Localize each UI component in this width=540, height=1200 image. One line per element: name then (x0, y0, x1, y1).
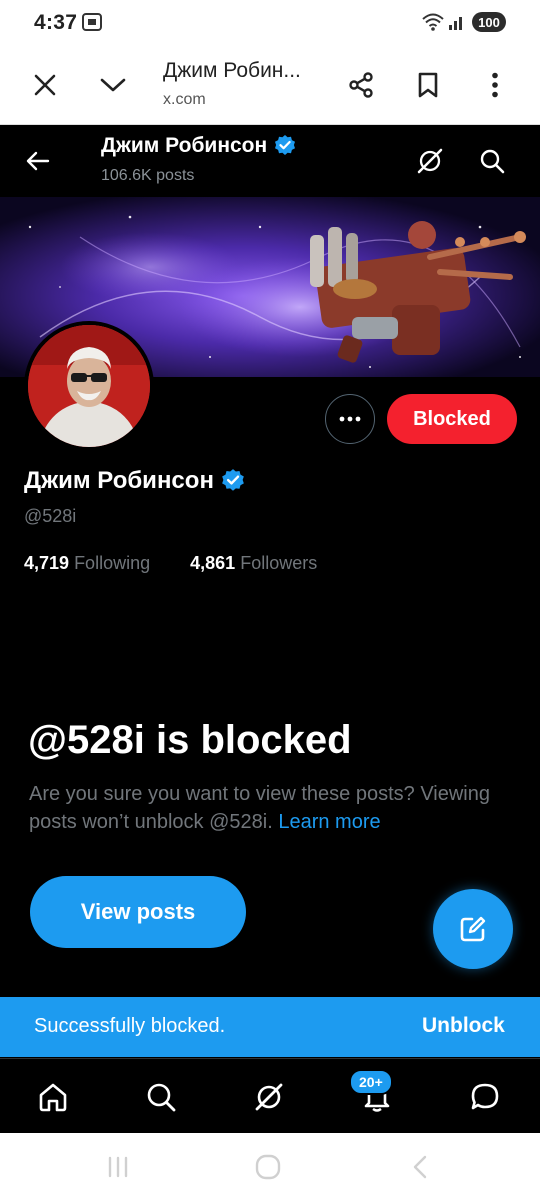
status-time: 4:37 (34, 11, 78, 34)
following-label: Following (74, 553, 151, 573)
grok-button[interactable] (410, 141, 450, 181)
share-icon (349, 72, 373, 98)
browser-toolbar: Джим Робин... x.com (0, 46, 540, 125)
home-circle-icon (255, 1154, 281, 1180)
more-horizontal-icon (339, 416, 361, 422)
followers-count: 4,861 (190, 553, 236, 573)
more-vertical-icon (492, 72, 498, 98)
bookmark-icon (418, 72, 438, 98)
followers-label: Followers (240, 553, 318, 573)
minimize-button[interactable] (93, 65, 133, 105)
recent-apps-button[interactable] (98, 1151, 138, 1183)
screenshot-icon (82, 13, 102, 31)
page-title: Джим Робин... (163, 59, 301, 82)
status-bar: 4:37 100 (0, 0, 540, 46)
message-icon (471, 1083, 499, 1110)
profile-name: Джим Робинсон (24, 467, 246, 495)
page-url: x.com (163, 91, 206, 108)
share-button[interactable] (341, 65, 381, 105)
nav-explore[interactable] (141, 1077, 181, 1117)
blocked-button[interactable]: Blocked (387, 394, 517, 444)
following-count: 4,719 (24, 553, 70, 573)
search-icon (480, 149, 505, 174)
wifi-icon (422, 13, 444, 31)
nav-messages[interactable] (465, 1077, 505, 1117)
toast-message: Successfully blocked. (34, 1015, 226, 1037)
toast-notification: Successfully blocked. Unblock (0, 997, 540, 1057)
blocked-description-text: Are you sure you want to view these post… (29, 783, 490, 833)
profile-more-button[interactable] (325, 394, 375, 444)
bottom-navigation: 20+ (0, 1058, 540, 1134)
system-navigation-bar (0, 1133, 540, 1200)
search-icon (147, 1083, 176, 1112)
header-name-text: Джим Робинсон (101, 134, 268, 157)
blocked-description: Are you sure you want to view these post… (29, 780, 509, 836)
battery-indicator: 100 (472, 12, 506, 32)
following-link[interactable]: 4,719 Following (24, 553, 150, 573)
follow-stats: 4,719 Following 4,861 Followers (24, 553, 317, 574)
back-button[interactable] (18, 141, 58, 181)
arrow-left-icon (26, 151, 50, 171)
close-icon (34, 74, 56, 96)
profile-name-text: Джим Робинсон (24, 467, 214, 494)
compose-icon (460, 916, 486, 942)
more-options-button[interactable] (475, 65, 515, 105)
recent-apps-icon (108, 1156, 128, 1178)
signal-icon (449, 17, 462, 30)
verified-badge-icon (222, 469, 244, 491)
followers-link[interactable]: 4,861 Followers (190, 553, 317, 573)
grok-icon (417, 148, 443, 174)
back-system-button[interactable] (400, 1151, 440, 1183)
bookmark-button[interactable] (408, 65, 448, 105)
profile-handle: @528i (24, 506, 77, 526)
avatar-image (28, 325, 150, 447)
avatar[interactable] (24, 321, 154, 451)
posts-count: 106.6K posts (101, 167, 195, 184)
unblock-button[interactable]: Unblock (422, 1014, 505, 1038)
home-icon (39, 1083, 67, 1112)
learn-more-link[interactable]: Learn more (278, 811, 380, 833)
search-button[interactable] (472, 141, 512, 181)
grok-icon (255, 1083, 283, 1111)
chevron-left-icon (413, 1155, 427, 1179)
nav-grok[interactable] (249, 1077, 289, 1117)
close-tab-button[interactable] (25, 65, 65, 105)
verified-badge-icon (275, 135, 296, 155)
view-posts-button[interactable]: View posts (30, 876, 246, 948)
blocked-heading: @528i is blocked (28, 718, 352, 762)
header-profile-name: Джим Робинсон (101, 134, 297, 158)
nav-home[interactable] (33, 1077, 73, 1117)
profile-header: Джим Робинсон 106.6K posts (0, 125, 540, 197)
home-system-button[interactable] (248, 1151, 288, 1183)
notifications-badge: 20+ (349, 1069, 393, 1095)
chevron-down-icon (100, 78, 126, 92)
compose-post-button[interactable] (433, 889, 513, 969)
